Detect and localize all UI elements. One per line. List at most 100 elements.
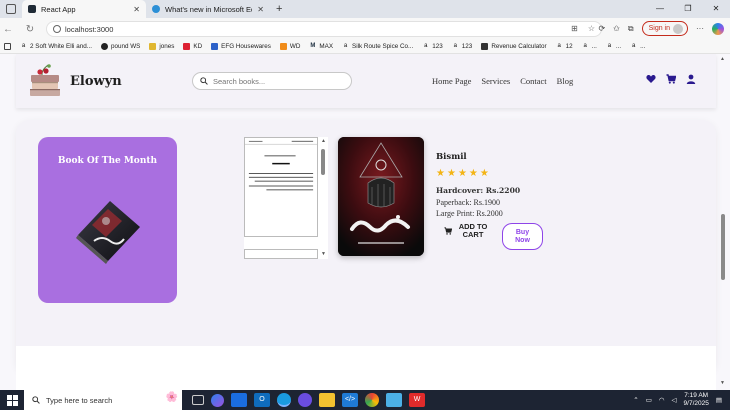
page-viewport: Elowyn Home Page Services Contact Blog	[0, 54, 730, 390]
nav-home-page[interactable]: Home Page	[432, 76, 471, 86]
search-icon	[200, 77, 208, 85]
close-window-icon[interactable]: ✕	[702, 0, 730, 18]
brand-name[interactable]: Elowyn	[70, 74, 122, 89]
favorite-item[interactable]: WD	[279, 43, 300, 50]
nav-contact[interactable]: Contact	[520, 76, 546, 86]
taskbar-clock[interactable]: 7:19 AM 9/7/2025	[684, 392, 709, 408]
task-view-icon[interactable]	[192, 395, 204, 405]
sign-in-button[interactable]: Sign in	[641, 21, 688, 36]
nav-services[interactable]: Services	[481, 76, 510, 86]
search-input[interactable]	[213, 76, 343, 86]
favorite-item[interactable]: M MAX	[309, 43, 333, 50]
favorite-item[interactable]: pound WS	[100, 43, 140, 50]
favorite-item[interactable]: a 123	[452, 43, 473, 50]
favorite-star-icon[interactable]: ☆	[588, 24, 595, 33]
minimize-icon[interactable]: —	[646, 0, 674, 18]
tab-strip: React App ✕ What's new in Microsoft Edge…	[0, 0, 730, 18]
taskbar-search[interactable]: Type here to search 🌸	[24, 390, 182, 410]
favorite-item[interactable]: Revenue Calculator	[481, 43, 547, 50]
folder-icon[interactable]	[319, 393, 335, 407]
vscode-icon[interactable]: </>	[342, 393, 358, 407]
star-icon: ★	[446, 168, 456, 179]
address-bar[interactable]: localhost:3000 ⊞ ☆	[46, 21, 602, 37]
site-header: Elowyn Home Page Services Contact Blog	[16, 54, 716, 108]
nav-blog[interactable]: Blog	[557, 76, 574, 86]
preview-scroll-thumb[interactable]	[321, 149, 325, 175]
favorite-item[interactable]: EFG Housewares	[211, 43, 271, 50]
book-stack-logo-icon[interactable]	[28, 63, 62, 99]
app-available-icon[interactable]: ⊞	[571, 24, 578, 33]
notepad-icon[interactable]	[386, 393, 402, 407]
rating-stars: ★ ★ ★ ★ ★	[436, 169, 586, 179]
collections-icon[interactable]: ⧉	[628, 24, 634, 34]
start-button[interactable]	[0, 394, 24, 406]
favorites-folder-icon[interactable]	[4, 43, 11, 50]
close-tab-icon[interactable]: ✕	[133, 5, 140, 14]
book-preview-pages[interactable]: ▲ ▼	[244, 137, 328, 259]
search-icon	[32, 396, 40, 404]
favorites-bar: a2 Soft White Elli and... pound WS jones…	[0, 40, 730, 54]
copilot-icon[interactable]	[712, 22, 724, 35]
scroll-up-icon[interactable]: ▲	[321, 138, 326, 144]
copilot-app-icon[interactable]	[211, 393, 224, 407]
scroll-down-icon[interactable]: ▼	[321, 251, 326, 257]
featured-book-image[interactable]	[72, 195, 144, 265]
favorite-item[interactable]: a...	[630, 43, 645, 50]
favorite-item[interactable]: a...	[606, 43, 621, 50]
flowers-icon: 🌸	[165, 392, 178, 403]
more-menu-icon[interactable]: ···	[696, 24, 704, 33]
site-info-icon[interactable]	[53, 25, 61, 33]
extensions-icon[interactable]: ⟳	[598, 24, 605, 33]
back-icon[interactable]: ←	[0, 24, 16, 35]
refresh-icon[interactable]: ↻	[22, 24, 38, 35]
favorite-item[interactable]: jones	[149, 43, 174, 50]
user-icon[interactable]	[686, 74, 696, 84]
window-controls: — ❐ ✕	[646, 0, 730, 18]
favorite-item[interactable]: KD	[183, 43, 202, 50]
add-to-cart-button[interactable]: ADD TO CART	[444, 223, 490, 239]
close-tab-icon[interactable]: ✕	[257, 5, 264, 14]
scroll-up-icon[interactable]: ▲	[720, 56, 725, 62]
wps-icon[interactable]: W	[409, 393, 425, 407]
star-icon: ★	[436, 168, 445, 179]
page-scrollbar[interactable]: ▲ ▼	[718, 54, 728, 390]
maximize-icon[interactable]: ❐	[674, 0, 702, 18]
favorites-icon[interactable]: ✩	[613, 24, 620, 33]
react-favicon-icon	[28, 5, 36, 13]
book-title: Bismil	[436, 152, 467, 162]
favorite-item[interactable]: a 123	[422, 43, 443, 50]
favorite-item[interactable]: a2 Soft White Elli and...	[20, 43, 92, 50]
file-explorer-icon[interactable]	[231, 393, 247, 407]
book-of-the-month-panel: Book Of The Month	[38, 137, 177, 303]
page-scroll-thumb[interactable]	[721, 214, 725, 280]
main-nav: Home Page Services Contact Blog	[432, 76, 573, 86]
new-tab-icon[interactable]: +	[276, 3, 282, 15]
chrome-icon[interactable]	[365, 393, 379, 407]
tab-whats-new-edge[interactable]: What's new in Microsoft Edge ✕	[146, 0, 270, 18]
book-cover-image[interactable]	[338, 137, 424, 256]
heart-icon[interactable]	[646, 74, 656, 84]
outlook-icon[interactable]: O	[254, 393, 270, 407]
edge-icon[interactable]	[277, 393, 291, 407]
url-text: localhost:3000	[65, 24, 114, 34]
cart-icon[interactable]	[666, 74, 676, 84]
tab-actions-icon[interactable]	[6, 4, 16, 14]
tab-title: What's new in Microsoft Edge	[165, 4, 252, 14]
battery-icon[interactable]: ▭	[646, 396, 652, 404]
search-box[interactable]	[192, 72, 352, 90]
wifi-icon[interactable]: ◠	[659, 396, 665, 404]
media-app-icon[interactable]	[298, 393, 312, 407]
star-icon: ★	[457, 168, 467, 179]
edge-favicon-icon	[152, 5, 160, 13]
buy-now-button[interactable]: Buy Now	[502, 223, 543, 250]
show-hidden-icons-icon[interactable]: ⌃	[633, 396, 638, 404]
notifications-icon[interactable]: ▤	[716, 396, 722, 404]
scroll-down-icon[interactable]: ▼	[720, 380, 725, 386]
favorite-item[interactable]: a Silk Route Spice Co...	[342, 43, 413, 50]
favorite-item[interactable]: a 12	[556, 43, 572, 50]
paperback-price: Paperback: Rs.1900	[436, 198, 500, 207]
favorite-item[interactable]: a...	[582, 43, 596, 50]
star-icon: ★	[468, 168, 478, 179]
tab-react-app[interactable]: React App ✕	[22, 0, 146, 18]
volume-icon[interactable]: ◁	[672, 396, 677, 404]
